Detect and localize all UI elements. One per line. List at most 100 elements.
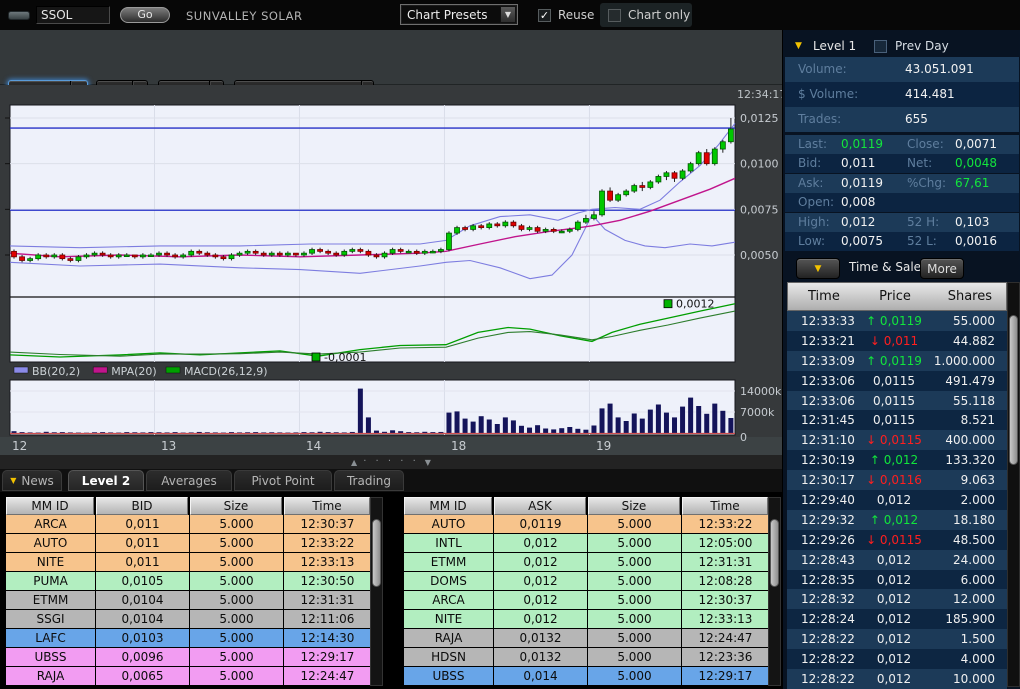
bid-row[interactable]: NITE0,0115.00012:33:13 xyxy=(6,553,372,572)
level1-collapse-icon[interactable]: ▼ xyxy=(795,41,802,51)
bid-row[interactable]: LAFC0,01035.00012:14:30 xyxy=(6,629,372,648)
bid-row[interactable]: UBSS0,00965.00012:29:17 xyxy=(6,648,372,667)
go-button[interactable]: Go xyxy=(120,7,170,23)
trade-shares: 1.000.000 xyxy=(931,354,1007,368)
chart-panel[interactable]: -0,00010,001212:34:170,01250,01000,00750… xyxy=(0,85,782,455)
trade-price: ↑ 0,012 xyxy=(857,453,931,467)
trade-time: 12:28:22 xyxy=(787,652,857,666)
time-sales-scrollbar[interactable] xyxy=(1007,282,1020,687)
svg-text:0,0075: 0,0075 xyxy=(740,203,779,216)
bid-row[interactable]: AUTO0,0115.00012:33:22 xyxy=(6,534,372,553)
size: 5.000 xyxy=(190,553,284,571)
quote-value: 0,0075 xyxy=(841,234,883,248)
tab-averages[interactable]: Averages xyxy=(146,470,232,491)
stat-label: $ Volume: xyxy=(798,87,858,101)
time: 12:33:22 xyxy=(682,515,770,533)
column-header[interactable]: Time xyxy=(682,497,768,515)
tab-trading[interactable]: Trading xyxy=(334,470,404,491)
ask-row[interactable]: UBSS0,0145.00012:29:17 xyxy=(404,667,770,686)
quote-label: 52 H: xyxy=(907,215,939,229)
chart-only-checkbox-group[interactable]: Chart only xyxy=(600,3,692,27)
chart-splitter[interactable]: ▲ · · · · · ▼ xyxy=(0,455,782,469)
column-header[interactable]: Size xyxy=(190,497,282,515)
bid-row[interactable]: ETMM0,01045.00012:31:31 xyxy=(6,591,372,610)
size: 5.000 xyxy=(588,667,682,685)
svg-text:0,0125: 0,0125 xyxy=(740,112,779,125)
tab-pivot-point[interactable]: Pivot Point xyxy=(234,470,332,491)
price: 0,011 xyxy=(96,534,190,552)
ask-row[interactable]: INTL0,0125.00012:05:00 xyxy=(404,534,770,553)
trade-price: 0,0115 xyxy=(857,374,931,388)
trade-shares: 133.320 xyxy=(931,453,1007,467)
splitter-up-icon[interactable]: ▲ xyxy=(351,458,357,467)
size: 5.000 xyxy=(588,648,682,666)
level1-quote-row: Ask:0,0119%Chg:67,61 xyxy=(785,174,1019,193)
scrollbar-thumb[interactable] xyxy=(372,519,381,587)
scrollbar-thumb[interactable] xyxy=(770,519,779,587)
mm-id: NITE xyxy=(6,553,96,571)
trade-price: 0,012 xyxy=(857,632,931,646)
level2-panel: MM IDBIDSizeTimeARCA0,0115.00012:30:37AU… xyxy=(0,492,782,689)
time-sales-dropdown-button[interactable]: ▼ xyxy=(796,258,840,279)
mm-id: ETMM xyxy=(6,591,96,609)
trade-time: 12:30:17 xyxy=(787,473,857,487)
ask-row[interactable]: ARCA0,0125.00012:30:37 xyxy=(404,591,770,610)
level1-title: Level 1 xyxy=(813,39,856,53)
size: 5.000 xyxy=(588,534,682,552)
size: 5.000 xyxy=(190,629,284,647)
trade-price: 0,0115 xyxy=(857,394,931,408)
trade-time: 12:28:32 xyxy=(787,592,857,606)
time: 12:29:17 xyxy=(682,667,770,685)
mm-id: ARCA xyxy=(6,515,96,533)
svg-text:12:34:17: 12:34:17 xyxy=(737,88,782,101)
trade-time: 12:28:35 xyxy=(787,573,857,587)
mm-id: UBSS xyxy=(6,648,96,666)
bid-row[interactable]: ARCA0,0115.00012:30:37 xyxy=(6,515,372,534)
menu-icon[interactable] xyxy=(8,11,30,20)
ask-row[interactable]: DOMS0,0125.00012:08:28 xyxy=(404,572,770,591)
column-header[interactable]: MM ID xyxy=(6,497,94,515)
ask-row[interactable]: AUTO0,01195.00012:33:22 xyxy=(404,515,770,534)
column-header[interactable]: MM ID xyxy=(404,497,492,515)
chart-presets-dropdown[interactable]: Chart Presets ▼ xyxy=(400,4,518,25)
quote-label: Open: xyxy=(798,195,834,209)
bid-row[interactable]: SSGI0,01045.00012:11:06 xyxy=(6,610,372,629)
bid-row[interactable]: PUMA0,01055.00012:30:50 xyxy=(6,572,372,591)
level2-bid-table: MM IDBIDSizeTimeARCA0,0115.00012:30:37AU… xyxy=(6,497,372,686)
trade-shares: 185.900 xyxy=(931,612,1007,626)
time-sales-row: 12:29:32↑ 0,01218.180 xyxy=(787,510,1007,530)
chevron-down-icon[interactable]: ▼ xyxy=(500,6,516,23)
price-chart[interactable]: -0,00010,001212:34:170,01250,01000,00750… xyxy=(0,85,782,455)
splitter-down-icon[interactable]: ▼ xyxy=(425,458,431,467)
tab-level-2[interactable]: Level 2 xyxy=(68,470,144,491)
scrollbar-thumb[interactable] xyxy=(1009,315,1018,465)
tab-label: News xyxy=(21,474,53,488)
chart-only-checkbox[interactable] xyxy=(608,9,621,22)
time-sales-title: Time & Sales xyxy=(849,260,927,274)
column-header[interactable]: ASK xyxy=(494,497,586,515)
trade-shares: 4.000 xyxy=(931,652,1007,666)
ask-row[interactable]: RAJA0,01325.00012:24:47 xyxy=(404,629,770,648)
splitter-grip[interactable]: · · · · · xyxy=(363,459,419,465)
price: 0,0104 xyxy=(96,610,190,628)
column-header[interactable]: Size xyxy=(588,497,680,515)
column-header[interactable]: BID xyxy=(96,497,188,515)
ask-scrollbar[interactable] xyxy=(768,497,781,686)
ask-row[interactable]: ETMM0,0125.00012:31:31 xyxy=(404,553,770,572)
trade-time: 12:31:10 xyxy=(787,433,857,447)
tab-label: Pivot Point xyxy=(251,474,314,488)
ask-row[interactable]: NITE0,0125.00012:33:13 xyxy=(404,610,770,629)
company-name: SUNVALLEY SOLAR xyxy=(186,9,302,23)
ask-row[interactable]: HDSN0,01325.00012:23:36 xyxy=(404,648,770,667)
prev-day-checkbox[interactable] xyxy=(874,40,887,53)
reuse-checkbox[interactable]: ✓ xyxy=(538,9,551,22)
time-sales-row: 12:29:26↓ 0,011548.500 xyxy=(787,530,1007,550)
reuse-checkbox-group[interactable]: ✓ Reuse xyxy=(538,8,594,22)
time-sales-row: 12:33:060,011555.118 xyxy=(787,391,1007,411)
bid-scrollbar[interactable] xyxy=(370,497,383,686)
tab-news[interactable]: ▼News xyxy=(2,470,62,491)
more-button[interactable]: More xyxy=(920,258,964,279)
symbol-input[interactable] xyxy=(36,6,110,24)
column-header[interactable]: Time xyxy=(284,497,370,515)
bid-row[interactable]: RAJA0,00655.00012:24:47 xyxy=(6,667,372,686)
